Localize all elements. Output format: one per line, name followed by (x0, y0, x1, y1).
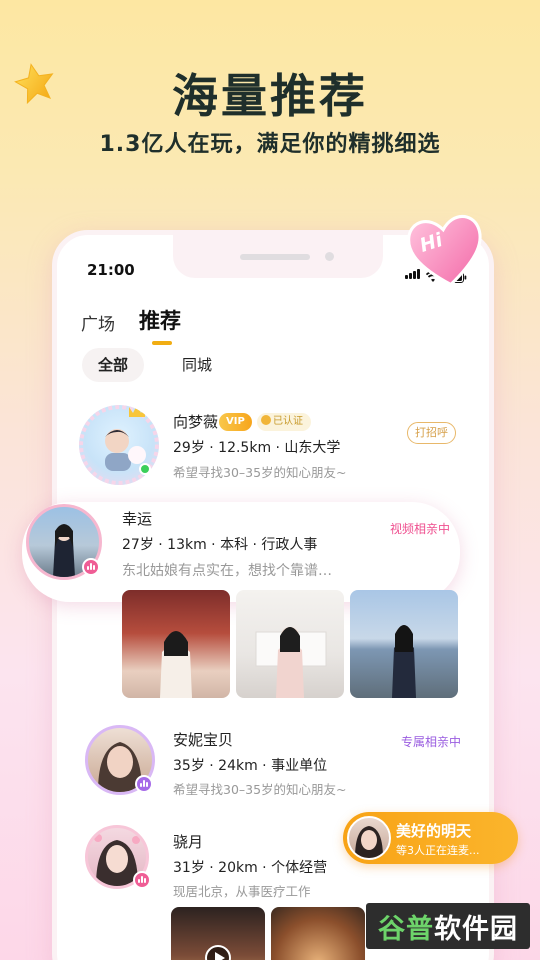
photo-thumbnail[interactable] (271, 907, 365, 960)
watermark-part1: 谷普 (378, 913, 434, 945)
play-icon[interactable] (205, 945, 231, 960)
user-desc: 希望寻找30–35岁的知心朋友~ (173, 465, 347, 480)
photo-illustration (392, 625, 416, 698)
filter-same-city[interactable]: 同城 (166, 348, 228, 382)
verified-icon (261, 415, 271, 425)
list-item[interactable]: 安妮宝贝 专属相亲中 35岁 · 24km · 事业单位 希望寻找30–35岁的… (57, 725, 489, 805)
photo-illustration (255, 627, 327, 698)
featured-user-card[interactable]: 幸运 视频相亲中 27岁 · 13km · 本科 · 行政人事 东北姑娘有点实在… (22, 502, 460, 602)
online-indicator (139, 463, 151, 475)
camera-dot (325, 252, 334, 261)
avatar-illustration (355, 826, 383, 858)
list-item[interactable]: 向梦薇 VIP 已认证 打招呼 29岁 · 12.5km · 山东大学 希望寻找… (57, 405, 489, 495)
user-meta: 27岁 · 13km · 本科 · 行政人事 (122, 537, 318, 553)
watermark: 谷普 软件园 (366, 903, 530, 949)
watermark-part2: 软件园 (434, 913, 518, 945)
status-time: 21:00 (87, 261, 135, 279)
user-name: 安妮宝贝 (173, 731, 234, 749)
status-label: 专属相亲中 (401, 735, 462, 749)
user-meta: 29岁 · 12.5km · 山东大学 (173, 440, 341, 456)
photo-illustration (160, 631, 192, 698)
live-audio-icon (82, 558, 100, 576)
tab-recommend[interactable]: 推荐 (139, 305, 181, 345)
user-desc: 现居北京，从事医疗工作 (173, 884, 311, 899)
avatar[interactable] (347, 816, 391, 860)
user-meta: 35岁 · 24km · 事业单位 (173, 758, 328, 774)
user-desc: 希望寻找30–35岁的知心朋友~ (173, 782, 347, 797)
promo-headline: 海量推荐 (172, 69, 368, 123)
status-label: 视频相亲中 (390, 522, 451, 536)
photo-thumbnail[interactable] (236, 590, 344, 698)
heart-icon (407, 214, 482, 287)
tab-square[interactable]: 广场 (81, 310, 115, 335)
live-room-subtitle: 等3人正在连麦... (396, 844, 480, 857)
phone-notch (173, 230, 383, 278)
live-room-name: 美好的明天 (396, 822, 472, 840)
verified-label: 已认证 (273, 416, 303, 427)
photo-thumbnail[interactable] (122, 590, 230, 698)
filter-all[interactable]: 全部 (82, 348, 145, 382)
user-desc: 东北姑娘有点实在，想找个靠谱… (122, 563, 332, 579)
greet-button[interactable]: 打招呼 (407, 422, 456, 444)
photo-thumbnail[interactable] (350, 590, 458, 698)
live-audio-icon (135, 775, 153, 793)
live-audio-icon (133, 871, 151, 889)
verified-badge: 已认证 (257, 413, 311, 431)
user-name: 向梦薇 (173, 413, 219, 431)
user-meta: 31岁 · 20km · 个体经营 (173, 860, 328, 876)
filter-chips: 全部 同城 (82, 348, 228, 382)
user-name: 幸运 (122, 510, 153, 528)
speaker-grille (240, 254, 310, 260)
user-name: 骁月 (173, 833, 204, 851)
top-tabs: 广场 推荐 (81, 305, 181, 345)
photo-thumbnail[interactable] (171, 907, 265, 960)
vip-badge: VIP (219, 413, 252, 431)
promo-subline: 1.3亿人在玩，满足你的精挑细选 (99, 132, 441, 157)
